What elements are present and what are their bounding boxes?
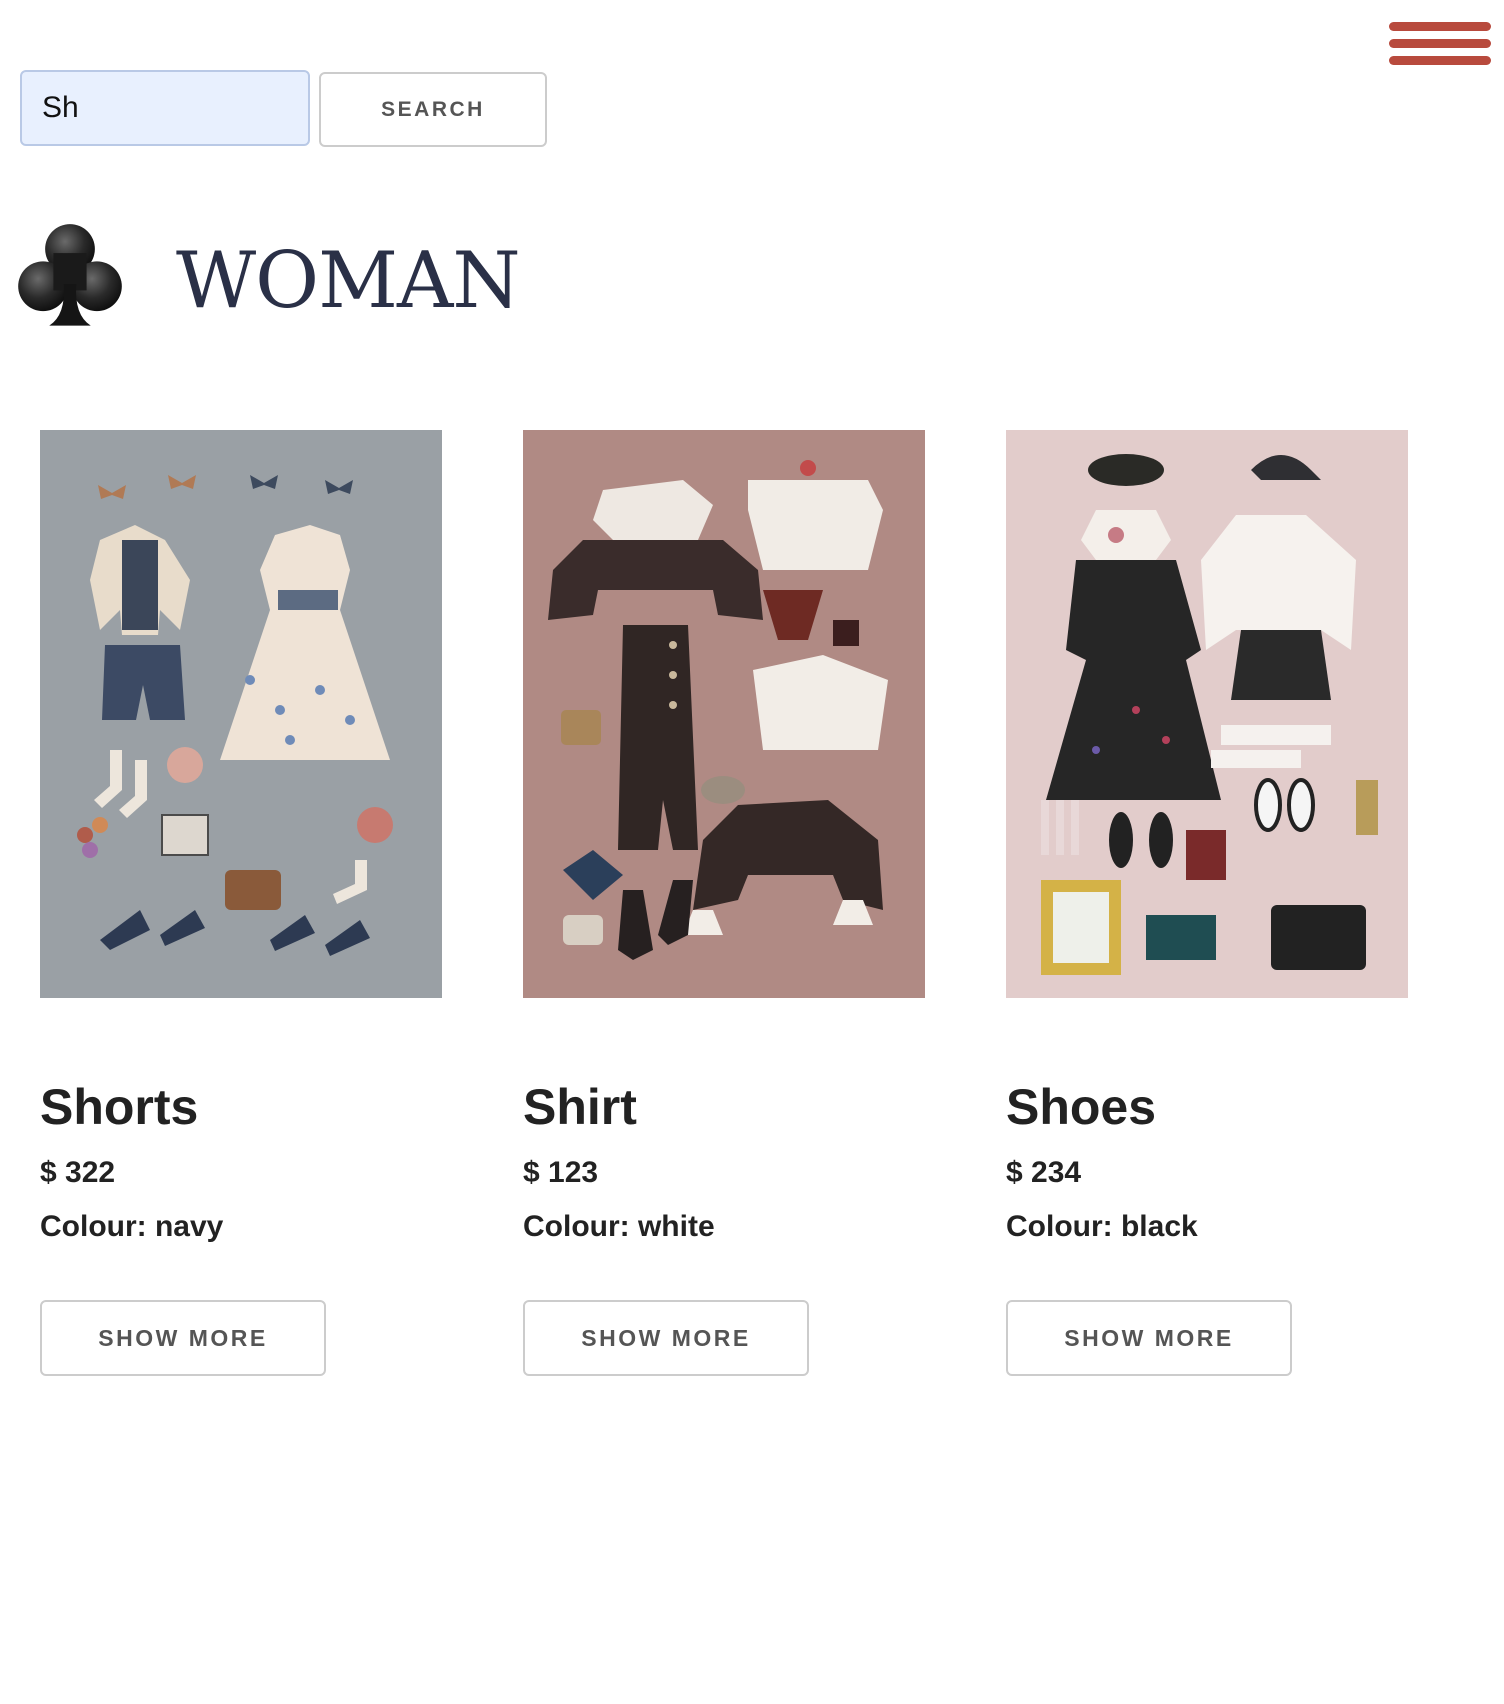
product-name[interactable]: Shorts [40,1082,198,1132]
club-suit-icon [18,224,122,326]
product-price: $ 123 [523,1156,599,1189]
product-card: Shoes $ 234 Colour: black SHOW MORE [1006,430,1416,1376]
product-image-shoes[interactable] [1006,430,1408,998]
product-image-shorts[interactable] [40,430,442,998]
menu-bar [1389,56,1491,65]
menu-bar [1389,22,1491,31]
show-more-button[interactable]: SHOW MORE [523,1300,809,1376]
show-more-button[interactable]: SHOW MORE [40,1300,326,1376]
product-card: Shirt $ 123 Colour: white SHOW MORE [523,430,933,1376]
product-name[interactable]: Shirt [523,1082,637,1132]
product-colour: Colour: white [523,1210,715,1243]
product-colour: Colour: navy [40,1210,224,1243]
product-name[interactable]: Shoes [1006,1082,1156,1132]
search-input[interactable] [20,70,310,146]
product-price: $ 234 [1006,1156,1082,1189]
search-button[interactable]: SEARCH [319,72,547,147]
show-more-button[interactable]: SHOW MORE [1006,1300,1292,1376]
hamburger-menu-icon[interactable] [1389,22,1491,66]
menu-bar [1389,39,1491,48]
page-title: WOMAN [176,236,521,326]
product-image-shirt[interactable] [523,430,925,998]
product-card: Shorts $ 322 Colour: navy SHOW MORE [40,430,450,1376]
product-colour: Colour: black [1006,1210,1198,1243]
product-price: $ 322 [40,1156,116,1189]
